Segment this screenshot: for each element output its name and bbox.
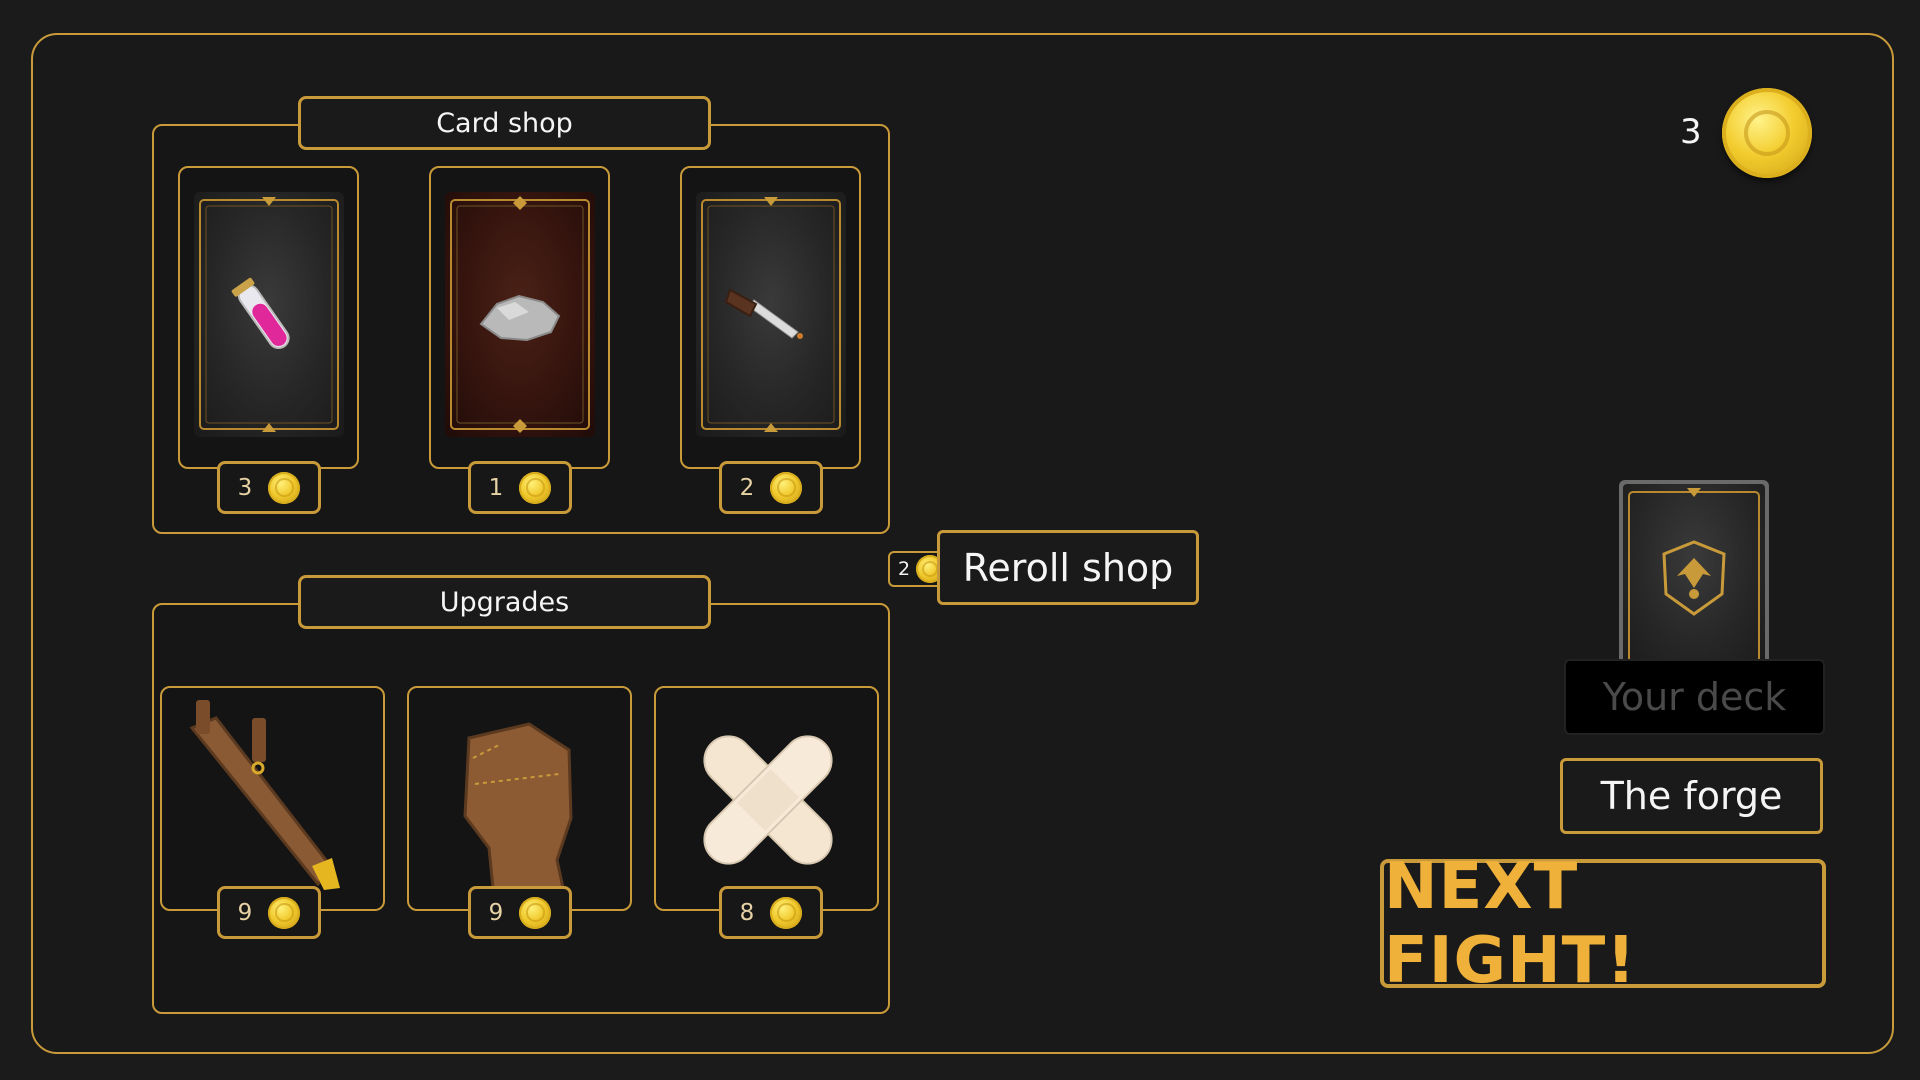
card-art	[194, 192, 344, 437]
card-1-price: 3	[217, 461, 321, 514]
your-deck-label: Your deck	[1564, 659, 1825, 735]
upgrade-item-1[interactable]	[160, 686, 385, 911]
card-2-price: 1	[468, 461, 572, 514]
deck-card-art	[1623, 484, 1765, 666]
coin-icon	[770, 471, 803, 504]
price-value: 3	[237, 474, 253, 501]
leather-gauntlet-icon	[463, 722, 573, 890]
price-value: 9	[237, 899, 253, 926]
forge-button[interactable]: The forge	[1560, 758, 1823, 834]
gold-count: 3	[1680, 112, 1702, 152]
leather-sheath-icon	[189, 700, 340, 890]
card-art	[696, 192, 846, 437]
knife-icon	[701, 197, 841, 432]
coin-icon	[770, 896, 803, 929]
upgrade-item-3[interactable]	[654, 686, 879, 911]
upgrade-1-price: 9	[217, 886, 321, 939]
price-value: 9	[488, 899, 504, 926]
price-value: 1	[488, 474, 504, 501]
emblem-icon	[1628, 488, 1760, 663]
coin-icon	[268, 471, 301, 504]
shop-card-2[interactable]	[429, 166, 610, 469]
upgrade-2-price: 9	[468, 886, 572, 939]
reroll-cost-value: 2	[898, 558, 911, 580]
next-fight-button[interactable]: NEXT FIGHT!	[1380, 850, 1826, 998]
gold-coin-icon	[1722, 88, 1812, 178]
card-3-price: 2	[719, 461, 823, 514]
reroll-shop-button[interactable]: Reroll shop	[937, 530, 1199, 605]
coin-icon	[519, 896, 552, 929]
card-shop-title: Card shop	[298, 96, 711, 150]
deck-card[interactable]	[1619, 480, 1769, 670]
price-value: 8	[739, 899, 755, 926]
bandage-icon	[703, 735, 833, 865]
potion-vial-icon	[199, 197, 339, 432]
coin-icon	[268, 896, 301, 929]
shop-card-1[interactable]	[178, 166, 359, 469]
coin-icon	[519, 471, 552, 504]
upgrade-3-price: 8	[719, 886, 823, 939]
upgrade-item-2[interactable]	[407, 686, 632, 911]
price-value: 2	[739, 474, 755, 501]
upgrades-title: Upgrades	[298, 575, 711, 629]
shop-card-3[interactable]	[680, 166, 861, 469]
rock-icon	[450, 196, 590, 433]
card-art	[445, 192, 595, 437]
